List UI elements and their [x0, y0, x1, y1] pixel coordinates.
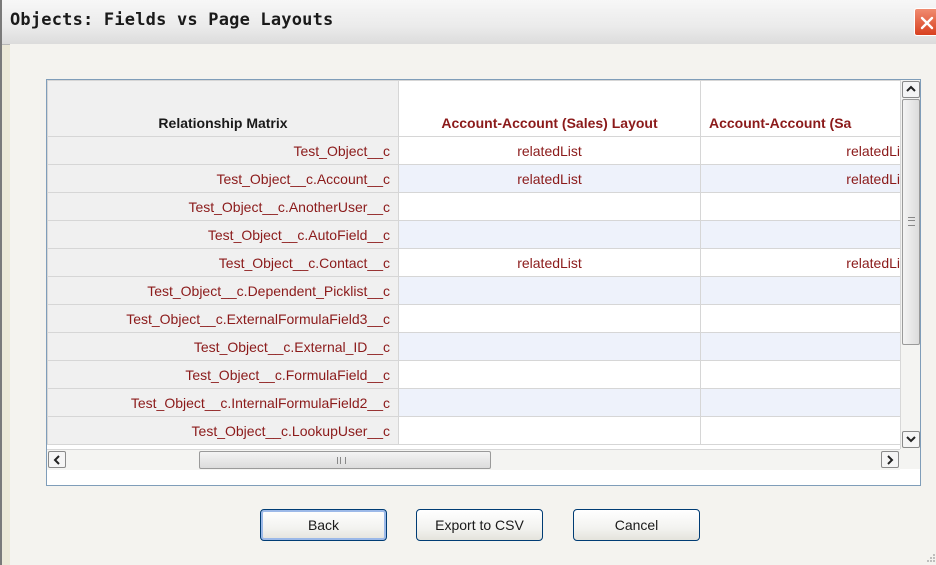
chevron-up-icon: [906, 85, 916, 92]
matrix-cell[interactable]: relatedLi: [700, 164, 901, 193]
dialog-content: Relationship Matrix Account-Account (Sal…: [10, 44, 936, 565]
grip-icon: [337, 457, 346, 464]
matrix-cell[interactable]: relatedLi: [700, 248, 901, 277]
dialog-title: Objects: Fields vs Page Layouts: [10, 10, 334, 30]
scroll-right-button[interactable]: [881, 451, 899, 468]
row-field-name: Test_Object__c.External_ID__c: [47, 332, 399, 361]
export-csv-button[interactable]: Export to CSV: [416, 509, 543, 541]
chevron-down-icon: [906, 436, 916, 443]
cancel-button[interactable]: Cancel: [573, 509, 700, 541]
matrix-cell[interactable]: [398, 388, 701, 417]
row-field-name: Test_Object__c.InternalFormulaField2__c: [47, 388, 399, 417]
table-row[interactable]: Test_Object__c.External_ID__c: [47, 332, 901, 361]
matrix-cell[interactable]: [700, 388, 901, 417]
close-button[interactable]: [914, 8, 936, 36]
matrix-cell[interactable]: [398, 416, 701, 445]
row-field-name: Test_Object__c.FormulaField__c: [47, 360, 399, 389]
matrix-cell[interactable]: relatedList: [398, 248, 701, 277]
matrix-cell[interactable]: relatedLi: [700, 136, 901, 165]
row-field-name: Test_Object__c: [47, 136, 399, 165]
dialog-window: Objects: Fields vs Page Layouts Relation…: [0, 0, 936, 565]
matrix-corner-label: Relationship Matrix: [47, 80, 399, 137]
matrix-cell[interactable]: [700, 304, 901, 333]
title-bar[interactable]: Objects: Fields vs Page Layouts: [2, 0, 936, 45]
column-header-layout[interactable]: Account-Account (Sa: [700, 80, 901, 137]
matrix-cell[interactable]: [398, 332, 701, 361]
table-row[interactable]: Test_Object__c.AnotherUser__c: [47, 192, 901, 221]
grip-icon: [908, 217, 915, 226]
close-icon: [920, 16, 934, 30]
matrix-cell[interactable]: [398, 360, 701, 389]
matrix-cell[interactable]: [700, 360, 901, 389]
scroll-down-button[interactable]: [902, 431, 920, 448]
row-field-name: Test_Object__c.AutoField__c: [47, 220, 399, 249]
matrix-cell[interactable]: [398, 276, 701, 305]
back-button[interactable]: Back: [260, 509, 387, 541]
scroll-corner: [900, 449, 920, 469]
row-field-name: Test_Object__c.Account__c: [47, 164, 399, 193]
scroll-up-button[interactable]: [902, 81, 920, 98]
table-row[interactable]: Test_Object__c.LookupUser__c: [47, 416, 901, 445]
table-row[interactable]: Test_Object__c.InternalFormulaField2__c: [47, 388, 901, 417]
table-row[interactable]: Test_Object__c.FormulaField__c: [47, 360, 901, 389]
scroll-left-button[interactable]: [48, 451, 66, 468]
vertical-scrollbar[interactable]: [900, 80, 920, 449]
resize-grip-icon[interactable]: [926, 553, 936, 563]
horizontal-scroll-thumb[interactable]: [199, 451, 491, 469]
table-row[interactable]: Test_Object__c.Account__c relatedList rela…: [47, 164, 901, 193]
chevron-left-icon: [53, 455, 60, 465]
table-row[interactable]: Test_Object__c.Dependent_Picklist__c: [47, 276, 901, 305]
vertical-scroll-thumb[interactable]: [902, 99, 920, 345]
matrix-cell[interactable]: relatedList: [398, 136, 701, 165]
matrix-cell[interactable]: [398, 192, 701, 221]
row-field-name: Test_Object__c.Dependent_Picklist__c: [47, 276, 399, 305]
table-row[interactable]: Test_Object__c.AutoField__c: [47, 220, 901, 249]
row-field-name: Test_Object__c.LookupUser__c: [47, 416, 399, 445]
matrix-cell[interactable]: [398, 304, 701, 333]
matrix-cell[interactable]: [700, 220, 901, 249]
horizontal-scrollbar[interactable]: [47, 449, 900, 470]
matrix-cell[interactable]: relatedList: [398, 164, 701, 193]
matrix-cell[interactable]: [700, 332, 901, 361]
row-field-name: Test_Object__c.AnotherUser__c: [47, 192, 399, 221]
matrix-cell[interactable]: [700, 416, 901, 445]
relationship-matrix-table: Relationship Matrix Account-Account (Sal…: [47, 80, 901, 445]
matrix-cell[interactable]: [700, 276, 901, 305]
column-header-layout[interactable]: Account-Account (Sales) Layout: [398, 80, 701, 137]
table-row[interactable]: Test_Object__c.ExternalFormulaField3__c: [47, 304, 901, 333]
matrix-cell[interactable]: [700, 192, 901, 221]
header-row: Relationship Matrix Account-Account (Sal…: [47, 80, 901, 137]
table-row[interactable]: Test_Object__c relatedList relatedLi: [47, 136, 901, 165]
row-field-name: Test_Object__c.ExternalFormulaField3__c: [47, 304, 399, 333]
row-field-name: Test_Object__c.Contact__c: [47, 248, 399, 277]
relationship-matrix-pane: Relationship Matrix Account-Account (Sal…: [46, 79, 921, 486]
table-row[interactable]: Test_Object__c.Contact__c relatedList rela…: [47, 248, 901, 277]
chevron-right-icon: [887, 455, 894, 465]
matrix-cell[interactable]: [398, 220, 701, 249]
